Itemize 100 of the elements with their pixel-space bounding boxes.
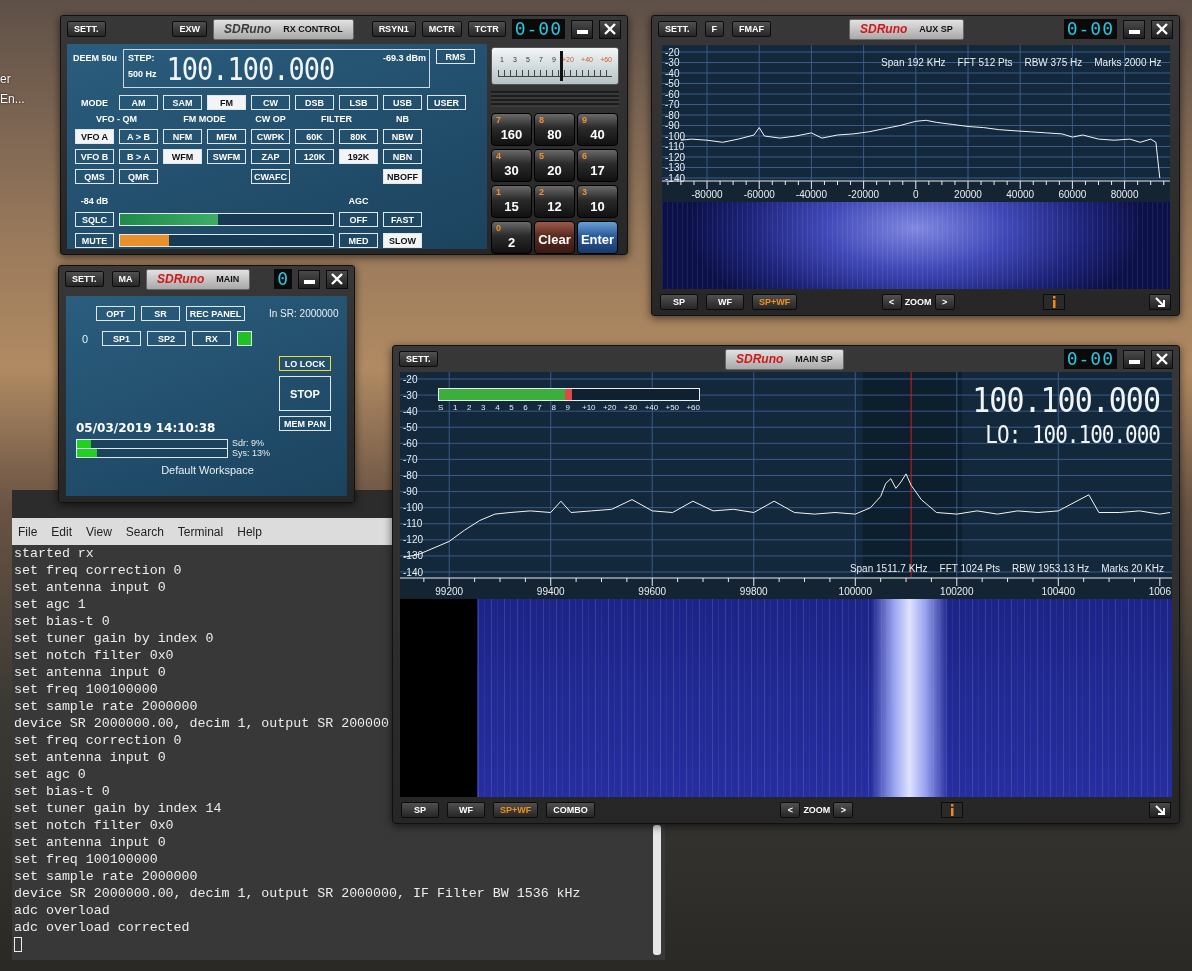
view-button[interactable]: COMBO	[546, 802, 595, 818]
mode-toggle[interactable]: SLOW	[383, 233, 422, 248]
mode-toggle[interactable]: VFO A	[75, 129, 114, 144]
mode-toggle[interactable]: 192K	[339, 149, 378, 164]
desktop-icon-label[interactable]: er	[0, 72, 11, 86]
mode-toggle[interactable]: A > B	[119, 129, 158, 144]
mode-toggle[interactable]: NBOFF	[383, 169, 422, 184]
mode-toggle[interactable]: B > A	[119, 149, 158, 164]
toolbar-button[interactable]: SETT.	[65, 271, 104, 287]
view-button[interactable]: SP	[660, 294, 698, 310]
minimize-button[interactable]	[1123, 19, 1145, 39]
toolbar-button[interactable]: TCTR	[467, 21, 506, 37]
mode-toggle[interactable]: NBW	[383, 129, 422, 144]
mode-toggle[interactable]: USER	[427, 95, 466, 110]
band-key[interactable]: 7 160	[491, 113, 532, 146]
band-key[interactable]: 4 30	[491, 149, 532, 182]
mode-toggle[interactable]: CW	[251, 95, 290, 110]
panel-button[interactable]: REC PANEL	[186, 306, 245, 321]
zoom-out-button[interactable]: <	[780, 802, 801, 818]
minimize-button[interactable]	[1123, 349, 1145, 369]
toolbar-button[interactable]: SETT.	[658, 21, 697, 37]
view-button[interactable]: WF	[706, 294, 744, 310]
mode-toggle[interactable]: VFO B	[75, 149, 114, 164]
zoom-in-button[interactable]: >	[934, 294, 955, 310]
enter-key[interactable]: Enter	[577, 221, 618, 254]
info-button[interactable]	[941, 802, 964, 818]
view-button[interactable]: SP+WF	[493, 802, 539, 818]
panel-button[interactable]: SP2	[147, 331, 186, 346]
panel-button[interactable]: SR	[141, 306, 180, 321]
menu-item[interactable]: View	[86, 524, 112, 539]
resize-button[interactable]	[1149, 294, 1171, 310]
band-key[interactable]: 6 17	[577, 149, 618, 182]
menu-item[interactable]: Terminal	[177, 524, 224, 539]
mode-toggle[interactable]: WFM	[163, 149, 202, 164]
resize-button[interactable]	[1149, 802, 1171, 818]
volume-slider[interactable]	[119, 234, 334, 247]
panel-button[interactable]: SP1	[102, 331, 141, 346]
panel-button[interactable]: OPT	[96, 306, 135, 321]
toolbar-button[interactable]: RSYN1	[371, 21, 416, 37]
mem-pan-button[interactable]: MEM PAN	[279, 416, 331, 431]
view-button[interactable]: SP	[401, 802, 439, 818]
mode-toggle[interactable]: OFF	[339, 212, 378, 227]
minimize-button[interactable]	[571, 19, 593, 39]
minimize-button[interactable]	[298, 269, 320, 289]
band-key[interactable]: 9 40	[577, 113, 618, 146]
view-button[interactable]: WF	[447, 802, 485, 818]
band-key[interactable]: 1 15	[491, 185, 532, 218]
squelch-button[interactable]: SQLC	[75, 212, 114, 227]
toolbar-button[interactable]: SETT.	[399, 351, 438, 367]
view-button[interactable]: SP+WF	[752, 294, 798, 310]
stop-button[interactable]: STOP	[279, 376, 331, 411]
mode-toggle[interactable]: DSB	[295, 95, 334, 110]
menu-item[interactable]: Help	[237, 524, 262, 539]
toolbar-button[interactable]: F	[704, 21, 724, 37]
lo-lock-button[interactable]: LO LOCK	[279, 356, 331, 371]
mode-toggle[interactable]: 120K	[295, 149, 334, 164]
toolbar-button[interactable]: EXW	[172, 21, 207, 37]
mode-toggle[interactable]: FAST	[383, 212, 422, 227]
mode-toggle[interactable]: AM	[119, 95, 158, 110]
close-button[interactable]	[1151, 349, 1173, 369]
mode-toggle[interactable]: ZAP	[251, 149, 290, 164]
mode-toggle[interactable]: USB	[383, 95, 422, 110]
mode-toggle[interactable]: QMR	[119, 169, 158, 184]
toolbar-button[interactable]: MA	[111, 271, 140, 287]
band-key[interactable]: 2 12	[534, 185, 575, 218]
band-key[interactable]: 5 20	[534, 149, 575, 182]
band-key[interactable]: 3 10	[577, 185, 618, 218]
mode-toggle[interactable]: MFM	[207, 129, 246, 144]
close-button[interactable]	[1151, 19, 1173, 39]
mode-toggle[interactable]: CWPK	[251, 129, 290, 144]
toolbar-button[interactable]: FMAF	[732, 21, 771, 37]
mode-toggle[interactable]: NFM	[163, 129, 202, 144]
squelch-slider[interactable]	[119, 213, 334, 226]
scrollbar[interactable]	[653, 825, 661, 955]
menu-item[interactable]: Edit	[51, 524, 73, 539]
mode-toggle[interactable]: SWFM	[207, 149, 246, 164]
band-key[interactable]: 8 80	[534, 113, 575, 146]
mode-toggle[interactable]: LSB	[339, 95, 378, 110]
mode-toggle[interactable]: 80K	[339, 129, 378, 144]
menu-item[interactable]: Search	[125, 524, 164, 539]
mode-toggle[interactable]: QMS	[75, 169, 114, 184]
mode-toggle[interactable]: 60K	[295, 129, 334, 144]
mute-button[interactable]: MUTE	[75, 233, 114, 248]
zoom-out-button[interactable]: <	[881, 294, 902, 310]
mode-toggle[interactable]: NBN	[383, 149, 422, 164]
menu-item[interactable]: File	[18, 524, 38, 539]
mode-toggle[interactable]: FM	[207, 95, 246, 110]
mode-toggle[interactable]: SAM	[163, 95, 202, 110]
desktop-icon-label[interactable]: En...	[0, 92, 25, 106]
close-button[interactable]	[599, 19, 621, 39]
panel-button[interactable]: RX	[192, 331, 231, 346]
toolbar-button[interactable]: MCTR	[421, 21, 462, 37]
mode-toggle[interactable]: CWAFC	[251, 169, 290, 184]
close-button[interactable]	[326, 269, 348, 289]
mode-toggle[interactable]: MED	[339, 233, 378, 248]
zoom-in-button[interactable]: >	[833, 802, 854, 818]
toolbar-button[interactable]: SETT.	[67, 21, 106, 37]
clear-key[interactable]: Clear	[534, 221, 575, 254]
info-button[interactable]	[1042, 294, 1065, 310]
rms-button[interactable]: RMS	[436, 49, 475, 64]
